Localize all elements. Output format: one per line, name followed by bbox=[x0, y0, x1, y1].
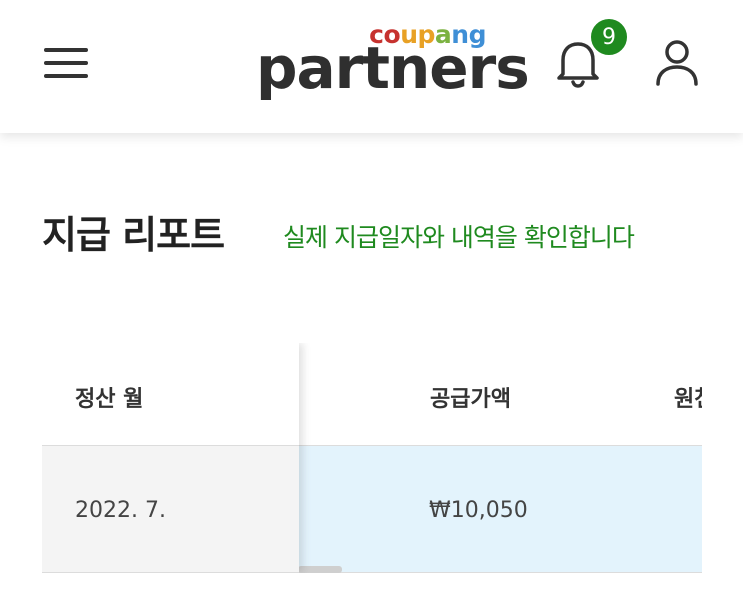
menu-button[interactable] bbox=[42, 42, 90, 84]
payment-report-table[interactable]: 공급가액 원천 ₩10,050 정산 월 2022. 7. bbox=[42, 343, 702, 573]
column-header-supply-amount: 공급가액 bbox=[430, 387, 511, 412]
logo-word-text: partners bbox=[256, 34, 530, 102]
user-icon[interactable] bbox=[652, 38, 702, 88]
page-title: 지급 리포트 bbox=[42, 213, 225, 257]
hamburger-menu-icon bbox=[44, 48, 88, 52]
app-header: coupang partners 9 bbox=[0, 0, 743, 133]
notification-count-badge[interactable]: 9 bbox=[588, 16, 630, 58]
column-header-settlement-month: 정산 월 bbox=[75, 387, 144, 412]
horizontal-scrollbar[interactable] bbox=[298, 566, 342, 573]
sticky-header-cell: 정산 월 bbox=[42, 343, 299, 446]
payment-report-page: coupang partners 9 지급 리포트 실제 지급일자와 내역을 확… bbox=[0, 0, 743, 600]
sticky-first-column: 정산 월 2022. 7. bbox=[42, 343, 299, 573]
column-header-withholding: 원천 bbox=[674, 387, 702, 412]
hamburger-menu-icon-bar bbox=[44, 61, 88, 65]
settlement-month-cell: 2022. 7. bbox=[75, 498, 166, 523]
supply-amount-cell: ₩10,050 bbox=[429, 498, 528, 523]
page-subtitle: 실제 지급일자와 내역을 확인합니다 bbox=[283, 223, 635, 252]
sticky-row-cell[interactable]: 2022. 7. bbox=[42, 446, 299, 573]
coupang-partners-logo[interactable]: coupang partners bbox=[256, 20, 530, 110]
hamburger-menu-icon-bar bbox=[44, 74, 88, 78]
